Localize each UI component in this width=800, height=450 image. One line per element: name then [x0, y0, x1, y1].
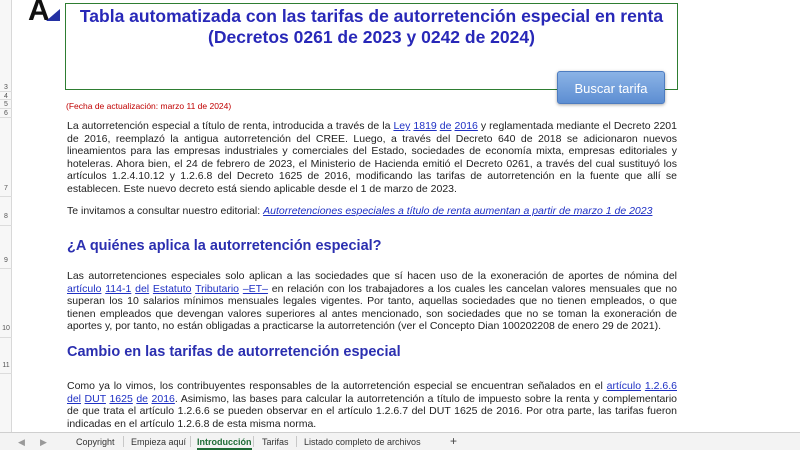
- tab-copyright[interactable]: Copyright: [76, 434, 115, 450]
- rate-change-paragraph: Como ya lo vimos, los contribuyentes res…: [67, 380, 677, 430]
- tab-separator: [123, 436, 124, 447]
- row-divider: [0, 373, 12, 374]
- del-link[interactable]: del: [67, 393, 81, 405]
- row-divider: [0, 268, 12, 269]
- dut-2016-link[interactable]: 2016: [152, 393, 175, 405]
- next-sheet-icon[interactable]: ▶: [40, 434, 47, 450]
- ley-2016-link[interactable]: 2016: [455, 120, 478, 132]
- search-rate-button[interactable]: Buscar tarifa: [557, 71, 665, 104]
- ley-link[interactable]: Ley: [393, 120, 410, 132]
- title-line-1: Tabla automatizada con las tarifas de au…: [79, 6, 664, 26]
- et-link[interactable]: –ET–: [243, 283, 268, 295]
- row-divider: [0, 99, 12, 100]
- text-span: Las autorretenciones especiales solo apl…: [67, 270, 677, 282]
- articulo-link[interactable]: artículo: [67, 283, 101, 295]
- section-heading-rate-change: Cambio en las tarifas de autorretención …: [67, 344, 401, 360]
- tributario-link[interactable]: Tributario: [195, 283, 239, 295]
- page-title: Tabla automatizada con las tarifas de au…: [66, 6, 677, 48]
- brand-logo-triangle-icon: [46, 9, 60, 21]
- del-link[interactable]: del: [135, 283, 149, 295]
- tab-empieza-aqui[interactable]: Empieza aquí: [131, 434, 186, 450]
- ley-1819-link[interactable]: 1819: [413, 120, 436, 132]
- tab-listado-completo[interactable]: Listado completo de archivos: [304, 434, 421, 450]
- dut-de-link[interactable]: de: [136, 393, 148, 405]
- title-line-2: (Decretos 0261 de 2023 y 0242 de 2024): [208, 27, 535, 47]
- articulo-1266-link[interactable]: 1.2.6.6: [645, 380, 677, 392]
- dut-1625-link[interactable]: 1625: [109, 393, 132, 405]
- add-sheet-icon[interactable]: +: [450, 433, 457, 449]
- tab-separator: [190, 436, 191, 447]
- row-divider: [0, 196, 12, 197]
- row-number-5[interactable]: 5: [0, 101, 12, 108]
- row-number-6[interactable]: 6: [0, 110, 12, 117]
- row-number-8[interactable]: 8: [0, 213, 12, 220]
- row-number-11[interactable]: 11: [0, 362, 12, 369]
- previous-sheet-icon[interactable]: ◀: [18, 434, 25, 450]
- text-span: Como ya lo vimos, los contribuyentes res…: [67, 380, 607, 392]
- row-number-9[interactable]: 9: [0, 257, 12, 264]
- text-span: Te invitamos a consultar nuestro editori…: [67, 205, 264, 217]
- intro-paragraph: La autorretención especial a título de r…: [67, 120, 677, 196]
- articulo-link[interactable]: artículo: [607, 380, 641, 392]
- row-divider: [0, 225, 12, 226]
- row-divider: [0, 117, 12, 118]
- text-span: La autorretención especial a título de r…: [67, 120, 394, 132]
- row-divider: [0, 108, 12, 109]
- section-heading-who-applies: ¿A quiénes aplica la autorretención espe…: [67, 238, 382, 254]
- row-divider: [0, 337, 12, 338]
- dut-link[interactable]: DUT: [85, 393, 106, 405]
- tab-tarifas[interactable]: Tarifas: [262, 434, 289, 450]
- estatuto-link[interactable]: Estatuto: [153, 283, 192, 295]
- row-divider: [0, 91, 12, 92]
- ley-de-link[interactable]: de: [440, 120, 452, 132]
- who-applies-paragraph: Las autorretenciones especiales solo apl…: [67, 270, 677, 333]
- tab-introduccion[interactable]: Introducción: [197, 434, 252, 450]
- tab-separator: [253, 436, 254, 447]
- row-number-7[interactable]: 7: [0, 185, 12, 192]
- articulo-114-1-link[interactable]: 114-1: [105, 283, 131, 295]
- editorial-paragraph: Te invitamos a consultar nuestro editori…: [67, 205, 677, 218]
- editorial-link[interactable]: Autorretenciones especiales a título de …: [263, 205, 652, 217]
- row-number-3[interactable]: 3: [0, 84, 12, 91]
- update-date: (Fecha de actualización: marzo 11 de 202…: [66, 101, 232, 111]
- row-number-10[interactable]: 10: [0, 325, 12, 332]
- tab-separator: [296, 436, 297, 447]
